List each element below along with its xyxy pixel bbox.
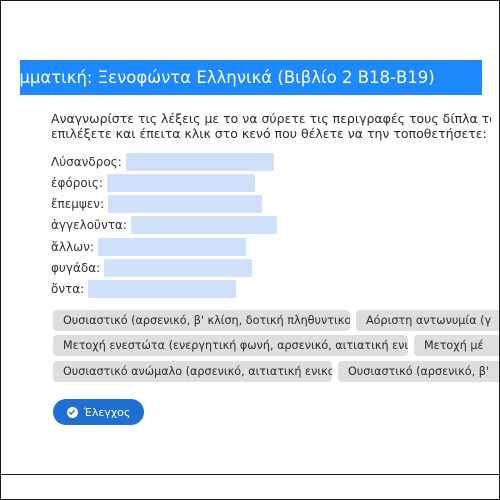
drop-zone[interactable] [130,216,277,234]
exercise-header: ραμματική: Ξενοφώντα Ελληνικά (Βιβλίο 2 … [20,60,482,95]
word-label: ὄντα: [51,282,85,296]
word-row: φυγάδα: [51,259,253,277]
app-frame: ραμματική: Ξενοφώντα Ελληνικά (Βιβλίο 2 … [0,0,500,500]
instructions-line-2: επιλέξετε και έπειτα κλικ στο κενό που θ… [51,126,487,141]
word-row: ἐφόροις: [51,174,255,192]
word-row: ὄντα: [51,280,237,298]
page-title: ραμματική: Ξενοφώντα Ελληνικά (Βιβλίο 2 … [20,68,435,87]
word-row: ἔπεμψεν: [51,195,262,213]
drop-zone[interactable] [97,238,246,256]
instructions-line-1: Αναγνωρίστε τις λέξεις με το να σύρετε τ… [51,111,491,126]
drop-zone[interactable] [88,280,237,298]
drop-zone[interactable] [125,153,274,171]
word-label: Λύσανδρος: [51,155,122,169]
choice-chip[interactable]: Ουσιαστικό (αρσενικό, β' κλίση, δοτική π… [53,310,350,331]
word-row: ἀγγελοῦντα: [51,216,277,234]
check-button[interactable]: Έλεγχος [53,399,144,425]
instructions: Αναγνωρίστε τις λέξεις με το να σύρετε τ… [51,111,491,141]
drop-zone[interactable] [106,174,255,192]
word-row: ἄλλων: [51,238,246,256]
word-label: φυγάδα: [51,261,101,275]
divider [1,474,499,475]
word-label: ἀγγελοῦντα: [51,218,127,232]
choice-chip[interactable]: Ουσιαστικό ανώμαλο (αρσενικό, αιτιατική … [53,361,332,382]
choice-chip[interactable]: Μετοχή μέ [414,335,499,356]
choice-chip[interactable]: Αόριστη αντωνυμία (γ [356,310,499,331]
drop-zone[interactable] [107,195,262,213]
choice-chip[interactable]: Ουσιαστικό (αρσενικό, β' [338,361,499,382]
word-label: ἄλλων: [51,240,94,254]
word-label: ἐφόροις: [51,176,103,190]
check-circle-icon [66,406,78,418]
check-button-label: Έλεγχος [83,405,131,419]
word-label: ἔπεμψεν: [51,197,104,211]
word-row: Λύσανδρος: [51,153,274,171]
drop-zone[interactable] [104,259,253,277]
choice-chip[interactable]: Μετοχή ενεστώτα (ενεργητική φωνή, αρσενι… [53,335,408,356]
